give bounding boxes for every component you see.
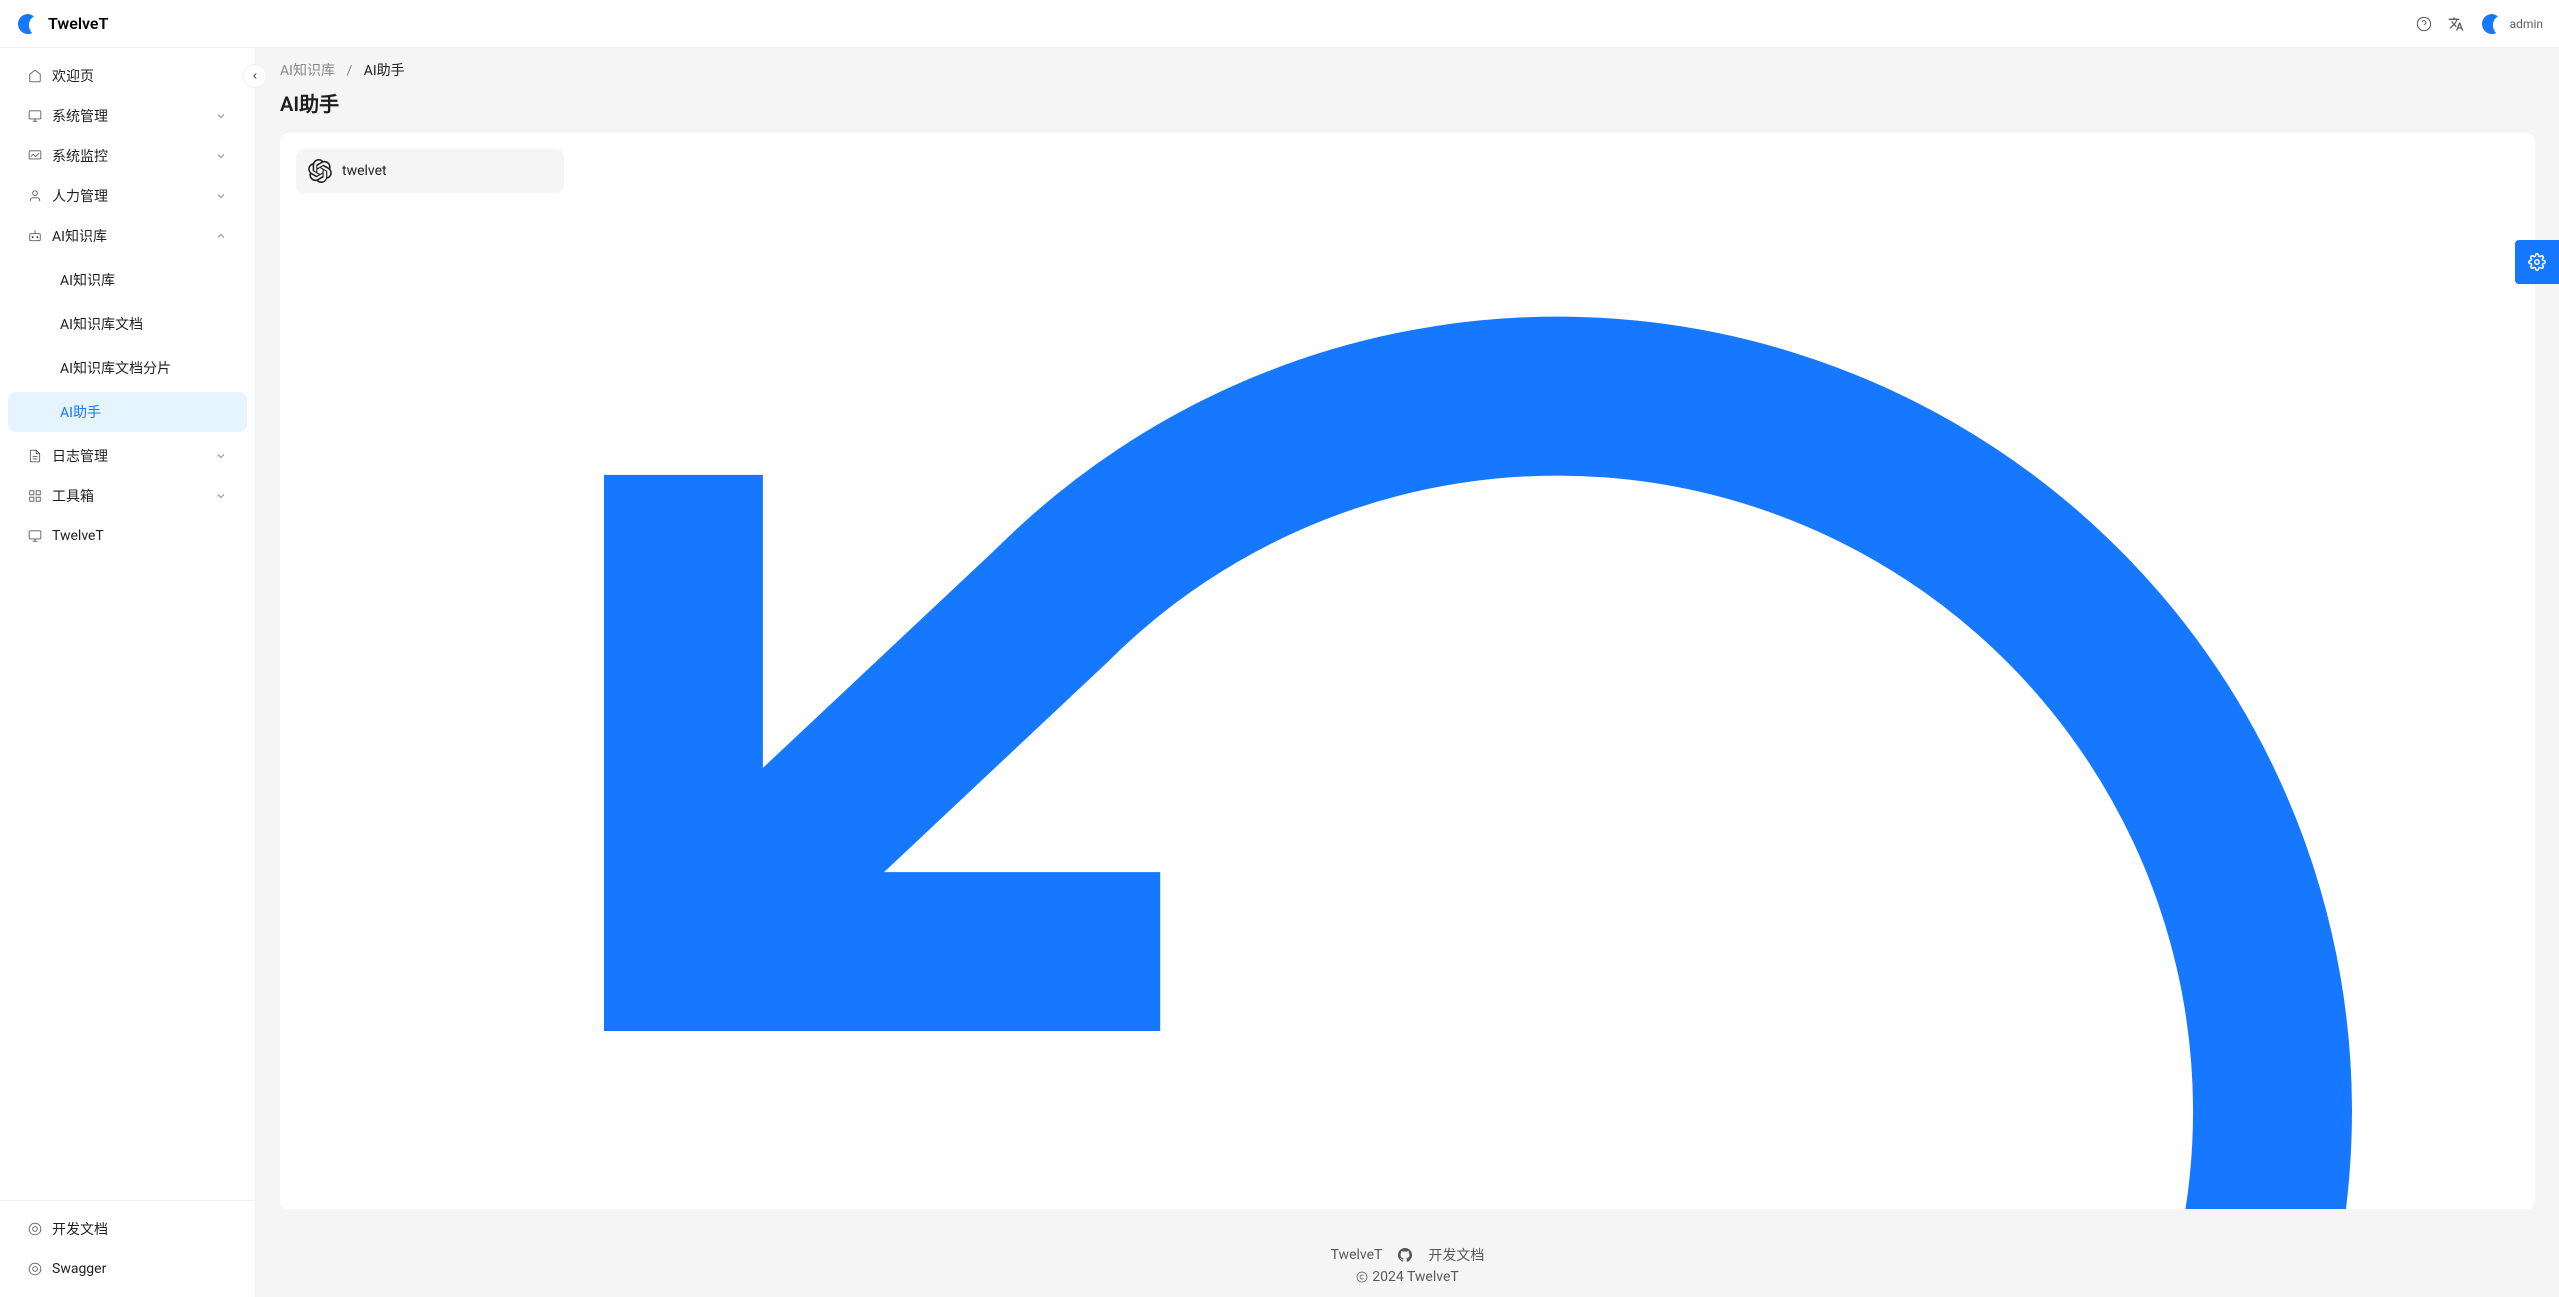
logo-icon — [16, 12, 40, 36]
sidebar-collapse-button[interactable] — [243, 64, 267, 88]
help-icon[interactable] — [2416, 16, 2432, 32]
book-icon — [28, 1222, 42, 1236]
home-icon — [28, 69, 42, 83]
sidebar-item-label: 人力管理 — [52, 186, 108, 206]
footer-copyright: 2024 TwelveT — [1372, 1269, 1458, 1285]
chevron-up-icon — [215, 230, 227, 242]
copyright-icon — [1356, 1271, 1368, 1283]
app-title: TwelveT — [48, 14, 108, 33]
app-header: TwelveT admin — [0, 0, 2559, 48]
sidebar-item-hr-mgmt[interactable]: 人力管理 — [0, 176, 255, 216]
user-menu[interactable]: admin — [2480, 12, 2543, 36]
chat-session-list: twelvet — [280, 133, 580, 1209]
chevron-down-icon — [215, 450, 227, 462]
file-icon — [28, 449, 42, 463]
sidebar-item-label: 系统监控 — [52, 146, 108, 166]
footer-link-twelvet[interactable]: TwelveT — [1331, 1245, 1383, 1265]
sidebar-subitem-ai-kb[interactable]: AI知识库 — [8, 260, 247, 300]
breadcrumb-parent[interactable]: AI知识库 — [280, 63, 335, 79]
header-brand[interactable]: TwelveT — [16, 12, 108, 36]
desktop-icon — [28, 529, 42, 543]
sidebar-item-label: 开发文档 — [52, 1219, 108, 1239]
sidebar-item-ai-kb[interactable]: AI知识库 — [0, 216, 255, 256]
user-name: admin — [2510, 17, 2543, 31]
sidebar-subitem-ai-kb-doc[interactable]: AI知识库文档 — [8, 304, 247, 344]
robot-icon — [28, 229, 42, 243]
chat-main: 2024-12-17 11:24:45 你好 — [580, 133, 2535, 1209]
sidebar-subitem-ai-kb-doc-chunk[interactable]: AI知识库文档分片 — [8, 348, 247, 388]
settings-button[interactable] — [2515, 240, 2559, 284]
chat-session-item[interactable]: twelvet — [296, 149, 564, 193]
chevron-down-icon — [215, 190, 227, 202]
api-icon — [28, 1262, 42, 1276]
breadcrumb: AI知识库 / AI助手 — [256, 48, 2559, 80]
sidebar: 欢迎页 系统管理 系统监控 — [0, 48, 256, 1297]
chevron-down-icon — [215, 490, 227, 502]
chevron-down-icon — [215, 110, 227, 122]
sidebar-item-system-monitor[interactable]: 系统监控 — [0, 136, 255, 176]
footer-link-github[interactable] — [1398, 1245, 1412, 1265]
footer-link-docs[interactable]: 开发文档 — [1428, 1245, 1484, 1265]
sidebar-item-twelvet[interactable]: TwelveT — [0, 516, 255, 556]
history-icon[interactable] — [604, 157, 2511, 1209]
desktop-icon — [28, 109, 42, 123]
footer: TwelveT 开发文档 2024 TwelveT — [256, 1233, 2559, 1297]
breadcrumb-separator: / — [346, 63, 352, 79]
sidebar-item-label: TwelveT — [52, 528, 104, 544]
chevron-down-icon — [215, 150, 227, 162]
sidebar-item-label: Swagger — [52, 1261, 106, 1277]
sidebar-item-label: 工具箱 — [52, 486, 94, 506]
sidebar-bottom-docs[interactable]: 开发文档 — [0, 1209, 255, 1249]
main-content: AI知识库 / AI助手 AI助手 twelvet — [256, 48, 2559, 1297]
sidebar-item-system-mgmt[interactable]: 系统管理 — [0, 96, 255, 136]
sidebar-subitem-label: AI助手 — [60, 402, 101, 422]
fund-icon — [28, 149, 42, 163]
translate-icon[interactable] — [2448, 16, 2464, 32]
page-title: AI助手 — [256, 80, 2559, 133]
sidebar-item-welcome[interactable]: 欢迎页 — [0, 56, 255, 96]
breadcrumb-current: AI助手 — [364, 63, 405, 79]
sidebar-bottom-swagger[interactable]: Swagger — [0, 1249, 255, 1289]
chat-session-name: twelvet — [342, 163, 387, 179]
sidebar-subitem-ai-assistant[interactable]: AI助手 — [8, 392, 247, 432]
user-icon — [28, 189, 42, 203]
sidebar-item-toolbox[interactable]: 工具箱 — [0, 476, 255, 516]
sidebar-subitem-label: AI知识库文档 — [60, 314, 143, 334]
openai-icon — [308, 159, 332, 183]
user-avatar-icon — [2480, 12, 2504, 36]
sidebar-item-log-mgmt[interactable]: 日志管理 — [0, 436, 255, 476]
sidebar-subitem-label: AI知识库 — [60, 270, 115, 290]
sidebar-item-label: 欢迎页 — [52, 66, 94, 86]
appstore-icon — [28, 489, 42, 503]
sidebar-item-label: 日志管理 — [52, 446, 108, 466]
gear-icon — [2528, 253, 2546, 271]
sidebar-subitem-label: AI知识库文档分片 — [60, 358, 171, 378]
sidebar-item-label: AI知识库 — [52, 226, 107, 246]
sidebar-item-label: 系统管理 — [52, 106, 108, 126]
